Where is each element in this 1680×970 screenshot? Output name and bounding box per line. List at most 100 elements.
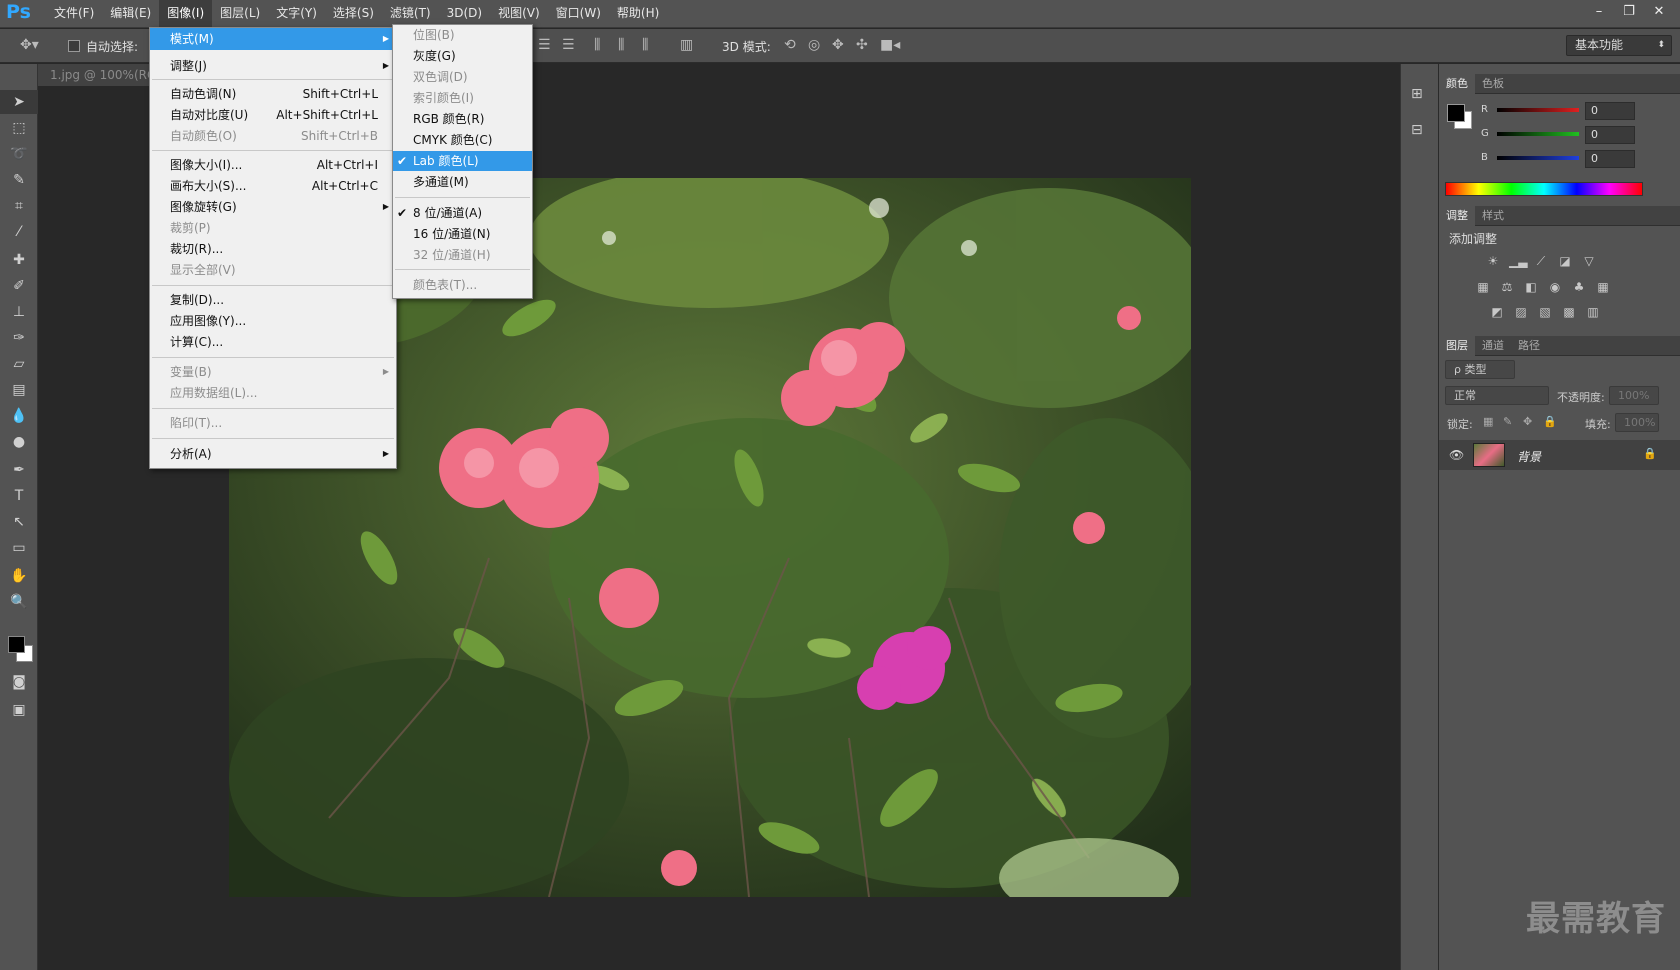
quick-select-tool-icon[interactable]: ✎ xyxy=(0,168,38,192)
blur-tool-icon[interactable]: 💧 xyxy=(0,404,38,428)
eraser-tool-icon[interactable]: ▱ xyxy=(0,352,38,376)
foreground-color-swatch[interactable] xyxy=(8,636,25,653)
vibrance-icon[interactable]: ▽ xyxy=(1581,254,1597,268)
lock-all-icon[interactable]: 🔒 xyxy=(1543,415,1557,428)
mode-indexed-color[interactable]: 索引颜色(I) xyxy=(393,88,532,108)
brightness-icon[interactable]: ☀ xyxy=(1485,254,1501,268)
tab-channels[interactable]: 通道 xyxy=(1475,336,1511,356)
menu-item-trap[interactable]: 陷印(T)... xyxy=(150,413,396,433)
menu-window[interactable]: 窗口(W) xyxy=(548,0,609,28)
menu-item-calculations[interactable]: 计算(C)... xyxy=(150,332,396,352)
distribute-center-icon[interactable]: ⫼ xyxy=(618,37,624,53)
brush-tool-icon[interactable]: ✐ xyxy=(0,274,38,298)
close-button[interactable]: ✕ xyxy=(1644,2,1674,22)
channel-mixer-icon[interactable]: ♣ xyxy=(1571,280,1587,294)
photo-filter-icon[interactable]: ◉ xyxy=(1547,280,1563,294)
menu-item-image-size[interactable]: 图像大小(I)... Alt+Ctrl+I xyxy=(150,155,396,175)
lock-position-icon[interactable]: ✥ xyxy=(1523,415,1532,428)
menu-item-auto-contrast[interactable]: 自动对比度(U) Alt+Shift+Ctrl+L xyxy=(150,105,396,125)
curves-icon[interactable]: ⟋ xyxy=(1533,254,1549,268)
healing-brush-tool-icon[interactable]: ✚ xyxy=(0,248,38,272)
mode-lab-color[interactable]: ✔ Lab 颜色(L) xyxy=(393,151,532,171)
gradient-map-icon[interactable]: ▥ xyxy=(1585,305,1601,319)
menu-item-trim[interactable]: 裁切(R)... xyxy=(150,239,396,259)
restore-button[interactable]: ❐ xyxy=(1614,2,1644,22)
menu-help[interactable]: 帮助(H) xyxy=(609,0,667,28)
menu-item-canvas-size[interactable]: 画布大小(S)... Alt+Ctrl+C xyxy=(150,176,396,196)
distribute-left-icon[interactable]: ⫼ xyxy=(594,37,600,53)
menu-layer[interactable]: 图层(L) xyxy=(212,0,268,28)
distribute-right-icon[interactable]: ⫼ xyxy=(642,37,648,53)
auto-select-checkbox[interactable] xyxy=(68,40,80,52)
mode-rgb-color[interactable]: RGB 颜色(R) xyxy=(393,109,532,129)
selective-color-icon[interactable]: ▩ xyxy=(1561,305,1577,319)
menu-item-mode[interactable]: 模式(M) ▶ xyxy=(150,28,396,50)
gradient-tool-icon[interactable]: ▤ xyxy=(0,378,38,402)
color-lookup-icon[interactable]: ▦ xyxy=(1595,280,1611,294)
move-tool-icon[interactable]: ✥▾ xyxy=(20,37,39,53)
levels-icon[interactable]: ▁▃ xyxy=(1509,254,1527,268)
exposure-icon[interactable]: ◪ xyxy=(1557,254,1573,268)
posterize-icon[interactable]: ▨ xyxy=(1513,305,1529,319)
b-slider[interactable] xyxy=(1497,156,1579,160)
tab-layers[interactable]: 图层 xyxy=(1439,336,1475,356)
b-value[interactable]: 0 xyxy=(1585,150,1635,168)
hue-saturation-icon[interactable]: ▦ xyxy=(1475,280,1491,294)
mode-cmyk-color[interactable]: CMYK 颜色(C) xyxy=(393,130,532,150)
document-tab[interactable]: 1.jpg @ 100%(RGB xyxy=(38,64,159,86)
pen-tool-icon[interactable]: ✒ xyxy=(0,458,38,482)
menu-image[interactable]: 图像(I) xyxy=(159,0,213,28)
workspace-select[interactable]: 基本功能 ⬍ xyxy=(1566,35,1672,56)
mode-duotone[interactable]: 双色调(D) xyxy=(393,67,532,87)
menu-item-apply-image[interactable]: 应用图像(Y)... xyxy=(150,311,396,331)
menu-type[interactable]: 文字(Y) xyxy=(268,0,325,28)
tab-swatches[interactable]: 色板 xyxy=(1475,74,1511,94)
crop-tool-icon[interactable]: ⌗ xyxy=(0,194,38,218)
lock-pixels-icon[interactable]: ✎ xyxy=(1503,415,1512,428)
3d-rotate-icon[interactable]: ⟲ xyxy=(784,37,796,53)
layer-filter-select[interactable]: ρ 类型 xyxy=(1445,360,1515,379)
menu-file[interactable]: 文件(F) xyxy=(46,0,102,28)
3d-scale-icon[interactable]: ■◂ xyxy=(880,37,900,53)
menu-edit[interactable]: 编辑(E) xyxy=(102,0,159,28)
minimize-button[interactable]: – xyxy=(1584,2,1614,22)
history-panel-icon[interactable]: ⊞ xyxy=(1411,86,1423,102)
mode-multichannel[interactable]: 多通道(M) xyxy=(393,172,532,192)
fill-field[interactable]: 100% xyxy=(1615,413,1659,432)
lock-transparency-icon[interactable]: ▦ xyxy=(1483,415,1493,428)
layer-row-background[interactable]: 👁 背景 🔒 xyxy=(1439,440,1680,470)
mode-bitmap[interactable]: 位图(B) xyxy=(393,25,532,45)
move-tool-icon[interactable]: ➤ xyxy=(0,90,38,114)
auto-align-icon[interactable]: ▥ xyxy=(680,37,693,53)
mode-8-bit[interactable]: ✔ 8 位/通道(A) xyxy=(393,203,532,223)
quick-mask-icon[interactable]: ◙ xyxy=(0,670,38,694)
layer-name[interactable]: 背景 xyxy=(1517,448,1541,465)
stamp-tool-icon[interactable]: ⊥ xyxy=(0,300,38,324)
history-brush-tool-icon[interactable]: ✑ xyxy=(0,326,38,350)
3d-pan-icon[interactable]: ✥ xyxy=(832,37,844,53)
invert-icon[interactable]: ◩ xyxy=(1489,305,1505,319)
color-spectrum-bar[interactable] xyxy=(1445,182,1643,196)
dodge-tool-icon[interactable]: ● xyxy=(0,430,38,454)
mode-grayscale[interactable]: 灰度(G) xyxy=(393,46,532,66)
mode-color-table[interactable]: 颜色表(T)... xyxy=(393,275,532,295)
color-balance-icon[interactable]: ⚖ xyxy=(1499,280,1515,294)
r-slider[interactable] xyxy=(1497,108,1579,112)
eye-icon[interactable]: 👁 xyxy=(1449,448,1464,462)
zoom-tool-icon[interactable]: 🔍 xyxy=(0,590,38,614)
screen-mode-icon[interactable]: ▣ xyxy=(0,698,38,722)
r-value[interactable]: 0 xyxy=(1585,102,1635,120)
menu-item-duplicate[interactable]: 复制(D)... xyxy=(150,290,396,310)
menu-select[interactable]: 选择(S) xyxy=(325,0,382,28)
mode-32-bit[interactable]: 32 位/通道(H) xyxy=(393,245,532,265)
g-slider[interactable] xyxy=(1497,132,1579,136)
type-tool-icon[interactable]: T xyxy=(0,484,38,508)
eyedropper-tool-icon[interactable]: ⁄ xyxy=(0,220,38,244)
path-select-tool-icon[interactable]: ↖ xyxy=(0,510,38,534)
menu-item-auto-color[interactable]: 自动颜色(O) Shift+Ctrl+B xyxy=(150,126,396,146)
align-top-icon[interactable]: ☰ xyxy=(538,37,551,53)
properties-panel-icon[interactable]: ⊟ xyxy=(1411,122,1423,138)
lasso-tool-icon[interactable]: ➰ xyxy=(0,142,38,166)
menu-item-adjust[interactable]: 调整(J) ▶ xyxy=(150,56,396,76)
hand-tool-icon[interactable]: ✋ xyxy=(0,564,38,588)
